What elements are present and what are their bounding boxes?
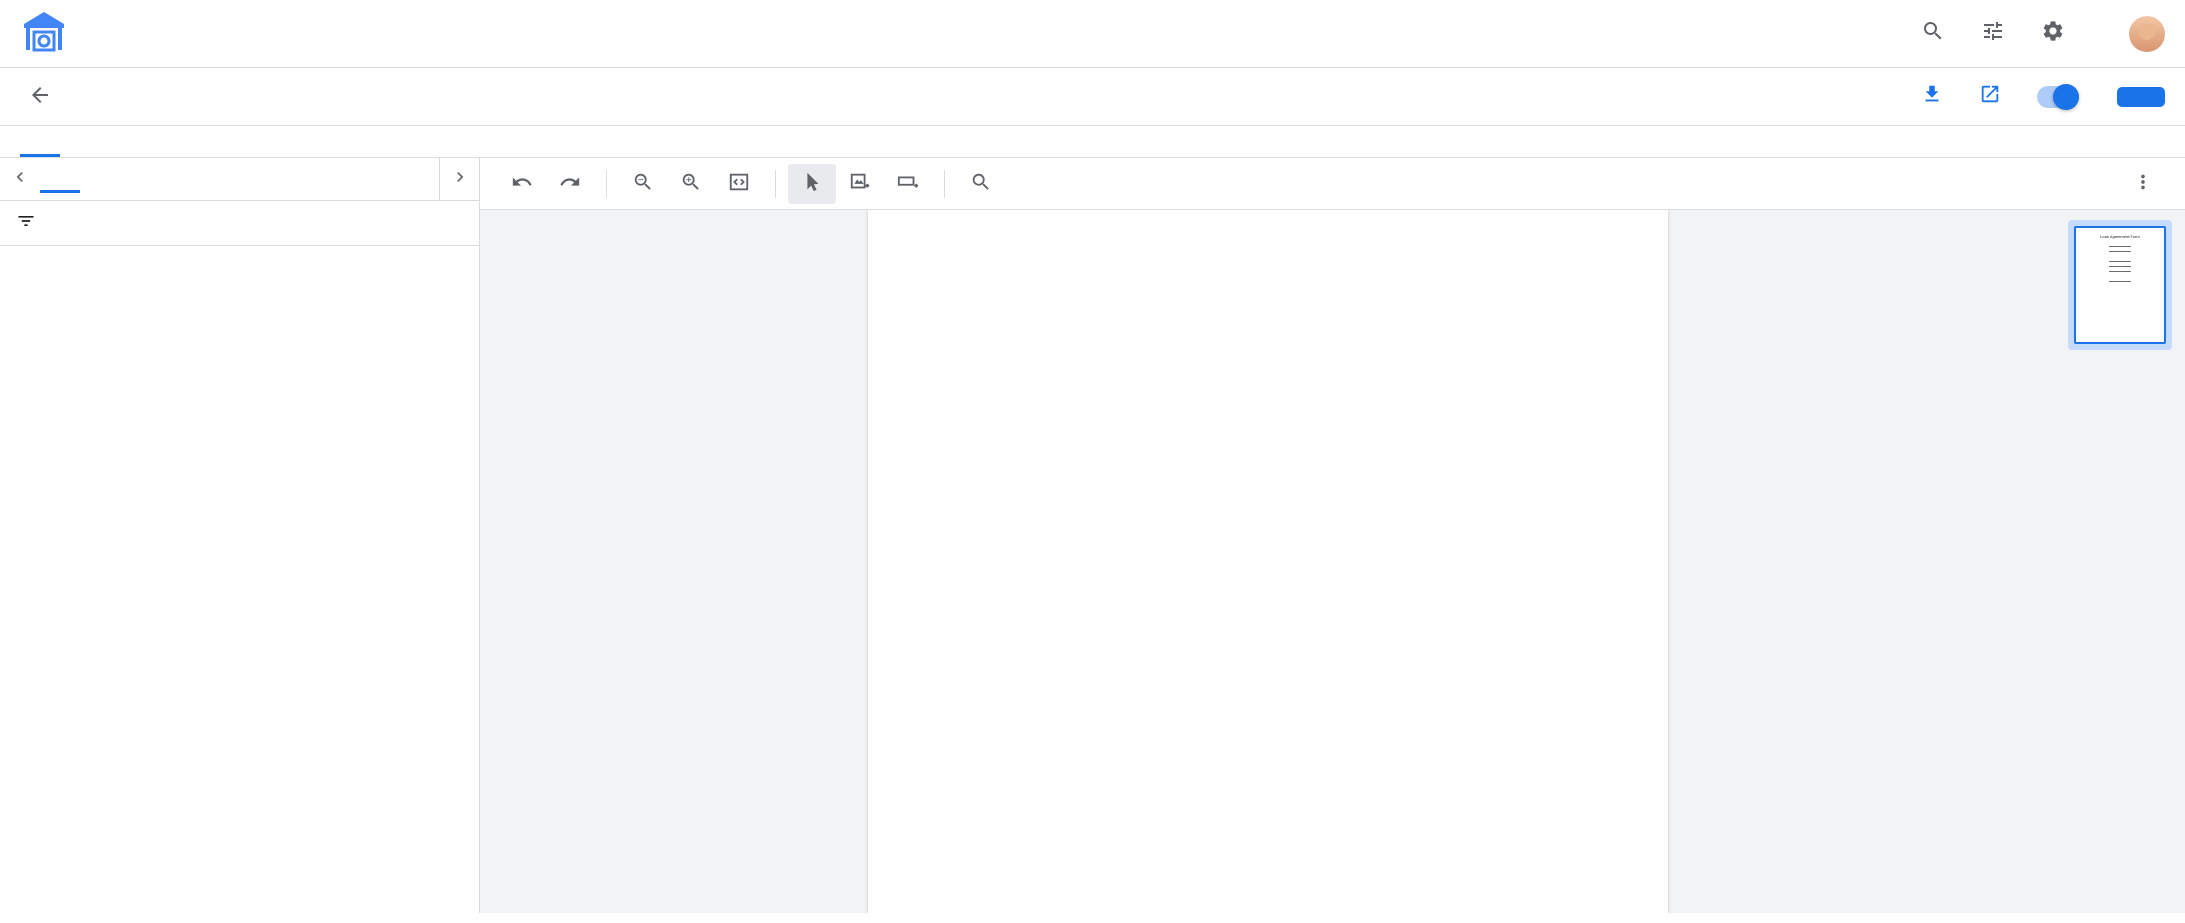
- tune-icon: [1981, 19, 2005, 48]
- header-actions: [1921, 16, 2165, 52]
- add-box-icon: [849, 171, 871, 197]
- select-tool-button[interactable]: [788, 164, 836, 204]
- document-header: [0, 68, 2185, 126]
- more-button[interactable]: [2119, 164, 2167, 204]
- sub-tab-table[interactable]: [80, 166, 120, 193]
- arrow-back-icon: [28, 83, 52, 111]
- chevron-left-icon: [10, 167, 30, 191]
- filter-input[interactable]: [56, 215, 463, 232]
- chevron-right-icon: [450, 167, 470, 191]
- sub-tab-next[interactable]: [439, 158, 479, 200]
- logo-area: [20, 8, 86, 60]
- search-icon: [1921, 19, 1945, 48]
- filter-icon: [16, 211, 36, 235]
- add-field-button[interactable]: [884, 164, 932, 204]
- add-field-icon: [897, 171, 919, 197]
- admin-button[interactable]: [1981, 19, 2013, 48]
- thumbnail-strip: Loan Agreement Form━━━━━━━━━━━━━━━━━━━━━…: [2055, 210, 2185, 913]
- add-box-button[interactable]: [836, 164, 884, 204]
- zoom-in-button[interactable]: [667, 164, 715, 204]
- undo-button[interactable]: [498, 164, 546, 204]
- redo-button[interactable]: [546, 164, 594, 204]
- thumbnail-page-1[interactable]: Loan Agreement Form━━━━━━━━━━━━━━━━━━━━━…: [2068, 220, 2172, 350]
- sub-tab-kvp[interactable]: [40, 166, 80, 193]
- search-button[interactable]: [1921, 19, 1953, 48]
- download-button[interactable]: [1921, 83, 1951, 110]
- zoom-out-icon: [632, 171, 654, 197]
- tab-folders[interactable]: [100, 126, 140, 157]
- back-button[interactable]: [20, 77, 60, 117]
- main-tabs: [0, 126, 2185, 158]
- page-canvas[interactable]: [480, 210, 2055, 913]
- zoom-out-button[interactable]: [619, 164, 667, 204]
- viewer-toolbar: [480, 158, 2185, 210]
- download-icon: [1921, 83, 1943, 110]
- tab-document[interactable]: [20, 126, 60, 157]
- warehouse-logo-icon: [20, 8, 68, 60]
- more-vert-icon: [2132, 171, 2154, 197]
- save-button[interactable]: [2117, 87, 2165, 107]
- app-header: [0, 0, 2185, 68]
- avatar[interactable]: [2129, 16, 2165, 52]
- sub-tabs: [0, 158, 479, 201]
- ai-view-toggle[interactable]: [2037, 86, 2079, 108]
- cursor-icon: [801, 171, 823, 197]
- search-icon: [970, 171, 992, 197]
- gear-icon: [2041, 19, 2065, 48]
- code-icon: [728, 171, 750, 197]
- redo-icon: [559, 171, 581, 197]
- find-button[interactable]: [957, 164, 1005, 204]
- kv-list: [0, 246, 479, 913]
- filter-bar: [0, 201, 479, 246]
- zoom-in-icon: [680, 171, 702, 197]
- viewer-panel: Loan Agreement Form━━━━━━━━━━━━━━━━━━━━━…: [480, 158, 2185, 913]
- open-in-new-icon: [1979, 83, 2001, 110]
- project-button[interactable]: [2041, 19, 2073, 48]
- open-new-tab-button[interactable]: [1979, 83, 2009, 110]
- left-panel: [0, 158, 480, 913]
- sub-tab-text-block[interactable]: [120, 166, 160, 193]
- code-view-button[interactable]: [715, 164, 763, 204]
- undo-icon: [511, 171, 533, 197]
- sub-tab-prev[interactable]: [0, 158, 40, 200]
- document-page: [868, 210, 1668, 913]
- ai-view-toggle-wrap: [2037, 86, 2089, 108]
- tab-property[interactable]: [60, 126, 100, 157]
